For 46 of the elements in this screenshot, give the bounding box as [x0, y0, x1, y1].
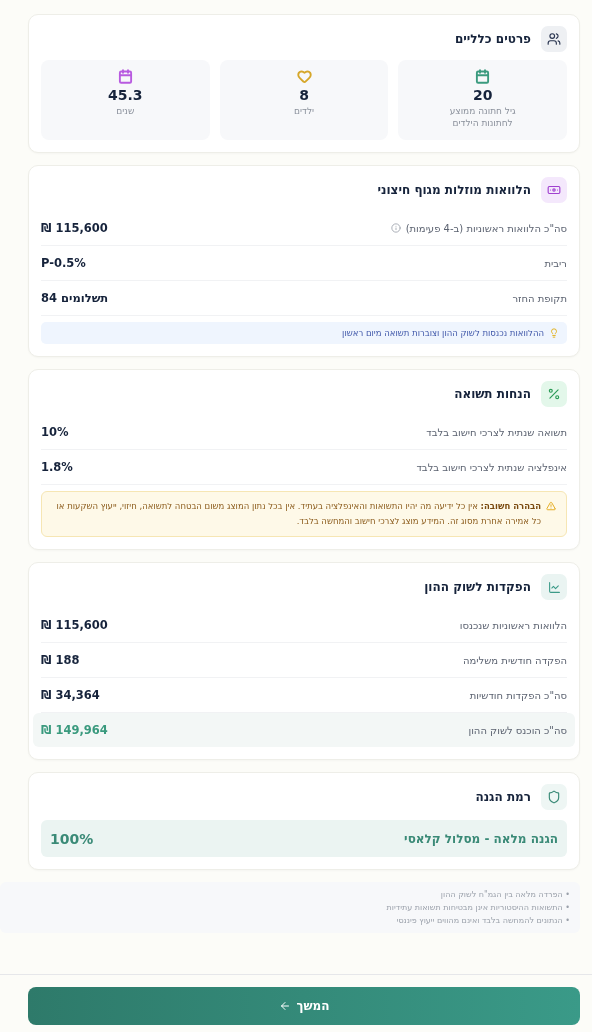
- row-value: ₪ 34,364: [41, 688, 100, 702]
- row-label: תשואה שנתית לצרכי חישוב בלבד: [426, 426, 567, 438]
- card-title: פרטים כלליים: [454, 32, 531, 46]
- row-label: סה"כ הפקדות חודשיות: [469, 689, 567, 701]
- warning-icon: [546, 501, 556, 511]
- row-value: ₪ 115,600: [41, 618, 108, 632]
- stat-value: 20: [472, 87, 493, 103]
- row-label: תקופת החזר: [512, 292, 567, 304]
- percent-icon: [541, 381, 567, 407]
- card-title: רמת הגנה: [475, 790, 531, 804]
- lightbulb-icon: [549, 328, 559, 338]
- continue-button[interactable]: המשך: [28, 987, 580, 1025]
- warning-text: הבהרה חשובה: אין כל ידיעה מה יהיו התשואות והאינפלציה בעתיד. אין בכל נתון המוצג משום הבטחה לתשואה, חיזוי, ייעוץ השקעות או כל אמירה אחרת מסוג זה. המידע מוצג לצרכי חישוב והמחשה בלבד.: [55, 500, 541, 528]
- protection-value: 100%: [50, 830, 94, 847]
- row-value: P-0.5%: [41, 256, 86, 270]
- row-value: 84 תשלומים: [41, 291, 109, 305]
- card-title: הלוואות מוזלות מגוף חיצוני: [377, 183, 531, 197]
- protection-label: הגנה מלאה - מסלול קלאסי: [404, 831, 558, 846]
- note-text: • הפרדה מלאה בין הגמ"ח לשוק ההון: [439, 890, 570, 899]
- row-label: ריבית: [544, 257, 567, 269]
- row-value: 10%: [41, 425, 69, 439]
- stat-label: גיל חתונה ממוצע לחתונות הילדים: [448, 105, 517, 129]
- row-label: אינפלציה שנתית לצרכי חישוב בלבד: [416, 461, 567, 473]
- shield-icon: [541, 784, 567, 810]
- users-icon: [541, 26, 567, 52]
- line-chart-icon: [541, 574, 567, 600]
- card-title: הנחות תשואה: [454, 387, 531, 401]
- tip-text: ההלוואות נכנסות לשוק ההון וצוברות תשואה מיום ראשון: [342, 328, 544, 338]
- row-value: ₪ 115,600: [41, 221, 108, 235]
- note-text: • התשואות ההיסטוריות אינן מבטיחות תשואות עתידיות: [385, 903, 570, 912]
- stat-value: 8: [299, 87, 309, 103]
- row-value: ₪ 149,964: [41, 723, 108, 737]
- banknote-icon: [541, 177, 567, 203]
- stat-label: שנים: [115, 105, 136, 117]
- row-label: סה"כ הלוואות ראשוניות (ב-4 פעימות): [405, 222, 567, 234]
- row-label: הלוואות ראשוניות שנכנסו: [459, 619, 567, 631]
- info-icon[interactable]: [390, 223, 401, 233]
- row-label: סה"כ הוכנס לשוק ההון: [468, 724, 567, 736]
- row-value: 1.8%: [41, 460, 73, 474]
- card-title: הפקדות לשוק ההון: [424, 580, 531, 594]
- note-text: • הנתונים להמחשה בלבד ואינם מהווים ייעוץ פיננסי: [395, 916, 570, 925]
- stat-value: 45.3: [108, 87, 143, 103]
- row-value: ₪ 188: [41, 653, 80, 667]
- arrow-left-icon: [278, 1000, 291, 1012]
- row-label: הפקדה חודשית משלימה: [463, 654, 567, 666]
- stat-label: ילדים: [293, 105, 316, 117]
